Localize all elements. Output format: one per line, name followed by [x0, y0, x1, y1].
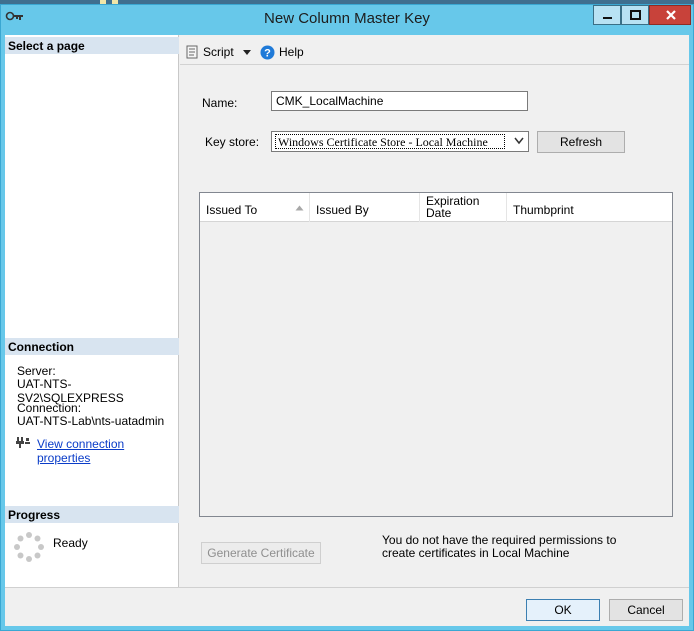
- certificate-table: Issued To Issued By Expiration Date Thum…: [199, 192, 673, 517]
- cancel-button[interactable]: Cancel: [609, 599, 683, 621]
- title-bar[interactable]: New Column Master Key: [1, 5, 693, 31]
- plug-icon: [16, 437, 30, 448]
- script-button[interactable]: Script: [185, 43, 252, 61]
- sidebar: Select a page Connection Server: UAT-NTS…: [5, 35, 179, 587]
- main-panel: Script ? Help Name: Key store: Windows C…: [180, 35, 689, 587]
- close-icon: [666, 10, 676, 20]
- name-label: Name:: [202, 96, 238, 110]
- help-button[interactable]: ? Help: [260, 43, 304, 61]
- table-header: Issued To Issued By Expiration Date Thum…: [200, 193, 672, 222]
- column-header-expiration-date[interactable]: Expiration Date: [420, 193, 507, 222]
- progress-status: Ready: [53, 536, 88, 550]
- connection-label: Connection:: [17, 401, 82, 415]
- keystore-label: Key store:: [205, 135, 260, 149]
- dialog-footer: OK Cancel: [5, 587, 689, 626]
- column-header-thumbprint[interactable]: Thumbprint: [507, 193, 672, 222]
- keystore-select[interactable]: Windows Certificate Store - Local Machin…: [271, 131, 529, 152]
- connection-header: Connection: [5, 338, 179, 355]
- dialog-window: New Column Master Key Select a page Conn…: [0, 4, 694, 631]
- chevron-down-icon[interactable]: [242, 47, 252, 57]
- help-icon: ?: [260, 45, 275, 59]
- sort-ascending-icon: [295, 205, 304, 211]
- svg-text:?: ?: [264, 47, 271, 59]
- name-input[interactable]: [271, 91, 528, 111]
- refresh-button[interactable]: Refresh: [537, 131, 625, 153]
- view-connection-properties-link[interactable]: View connection properties: [37, 437, 178, 465]
- dialog-client-area: Select a page Connection Server: UAT-NTS…: [5, 35, 689, 626]
- window-title: New Column Master Key: [264, 10, 430, 27]
- maximize-icon: [630, 10, 641, 20]
- connection-value: UAT-NTS-Lab\nts-uatadmin: [17, 414, 165, 428]
- progress-spinner-icon: [14, 532, 44, 562]
- minimize-icon: [603, 17, 612, 19]
- toolbar: Script ? Help: [180, 35, 689, 65]
- script-label: Script: [203, 45, 234, 59]
- column-header-issued-to[interactable]: Issued To: [200, 193, 310, 222]
- script-icon: [186, 45, 198, 59]
- chevron-down-icon: [514, 137, 524, 145]
- column-header-issued-by[interactable]: Issued By: [310, 193, 420, 222]
- select-page-header: Select a page: [5, 37, 179, 54]
- ok-button[interactable]: OK: [526, 599, 600, 621]
- server-label: Server:: [17, 364, 56, 378]
- generate-certificate-button[interactable]: Generate Certificate: [201, 542, 321, 564]
- minimize-button[interactable]: [593, 5, 621, 25]
- progress-header: Progress: [5, 506, 179, 523]
- keystore-selected-value: Windows Certificate Store - Local Machin…: [275, 134, 505, 149]
- help-label: Help: [279, 45, 304, 59]
- close-button[interactable]: [649, 5, 691, 25]
- permission-message: You do not have the required permissions…: [382, 533, 617, 560]
- maximize-button[interactable]: [621, 5, 649, 25]
